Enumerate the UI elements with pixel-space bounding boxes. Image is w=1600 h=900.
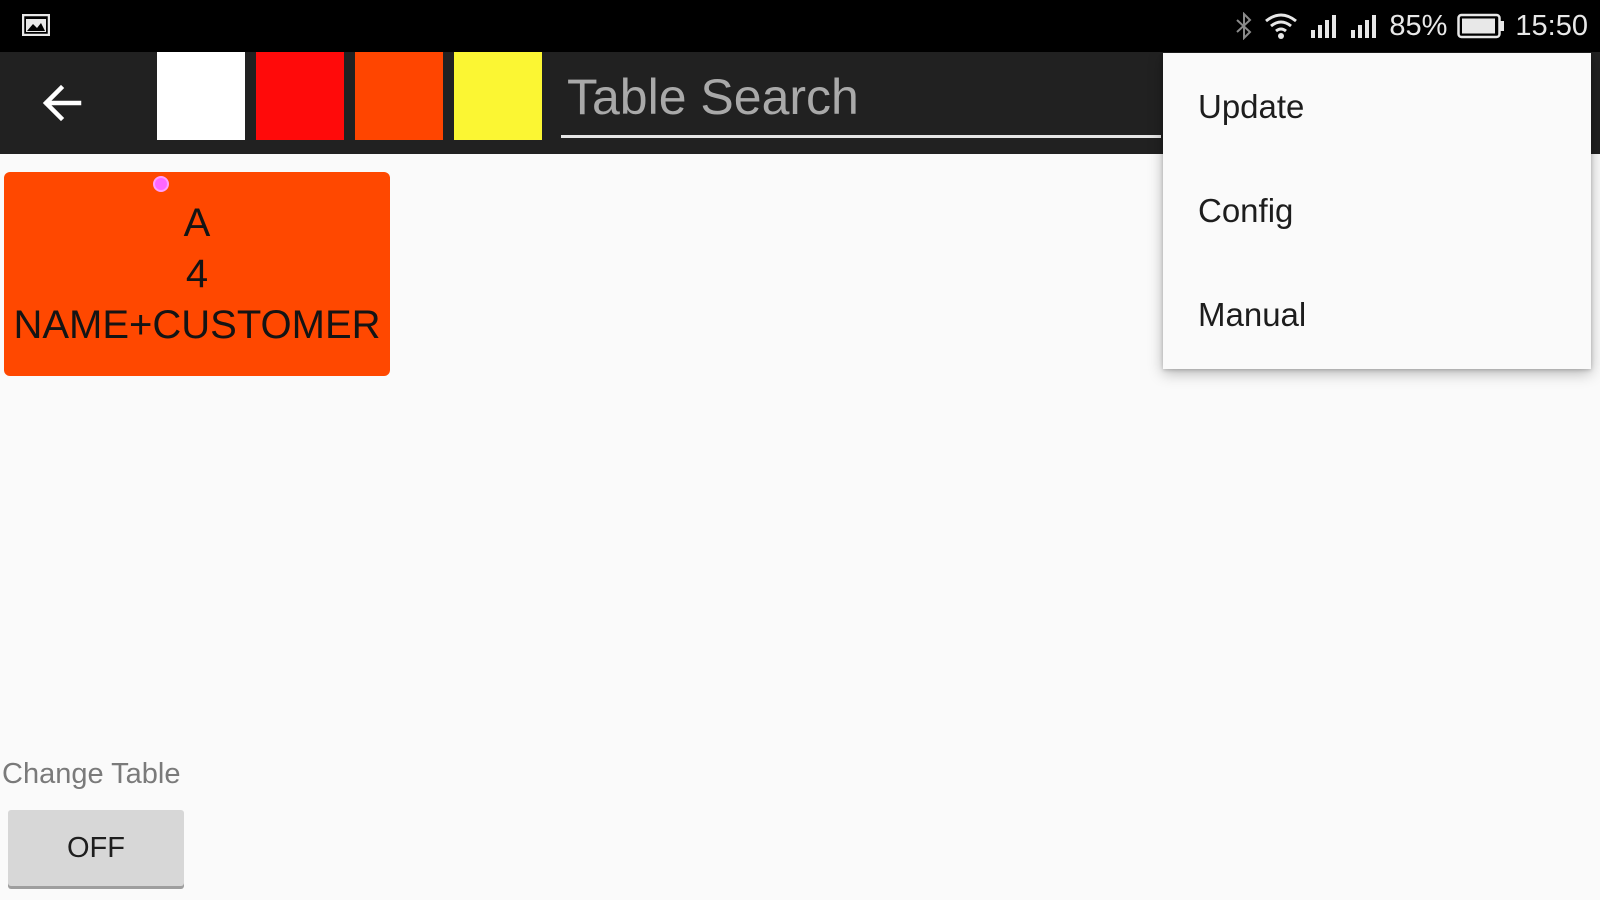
table-customer: NAME+CUSTOMER bbox=[13, 302, 381, 347]
overflow-menu: Update Config Manual bbox=[1163, 53, 1591, 369]
signal-icon bbox=[1351, 15, 1377, 38]
back-button[interactable] bbox=[22, 70, 102, 136]
swatch-orange[interactable] bbox=[355, 52, 443, 140]
change-table-toggle-button[interactable]: OFF bbox=[8, 810, 184, 886]
swatch-red[interactable] bbox=[256, 52, 344, 140]
swatch-white[interactable] bbox=[157, 52, 245, 140]
table-number: 4 bbox=[185, 251, 209, 296]
clock: 15:50 bbox=[1515, 9, 1588, 42]
arrow-left-icon bbox=[42, 84, 82, 122]
change-table-label: Change Table bbox=[2, 758, 181, 790]
signal-icon bbox=[1311, 15, 1337, 38]
bluetooth-icon bbox=[1236, 12, 1252, 40]
table-card[interactable]: A 4 NAME+CUSTOMER bbox=[4, 172, 390, 376]
status-bar: 85% 15:50 bbox=[0, 0, 1600, 52]
table-search-input[interactable] bbox=[561, 58, 1161, 138]
table-section: A bbox=[183, 200, 211, 245]
battery-icon bbox=[1457, 13, 1505, 39]
status-dot bbox=[153, 176, 169, 192]
wifi-icon bbox=[1265, 13, 1298, 39]
menu-item-manual[interactable]: Manual bbox=[1163, 263, 1591, 367]
menu-item-update[interactable]: Update bbox=[1163, 55, 1591, 159]
gallery-icon bbox=[22, 14, 50, 36]
swatch-yellow[interactable] bbox=[454, 52, 542, 140]
battery-percent: 85% bbox=[1389, 9, 1448, 42]
menu-item-config[interactable]: Config bbox=[1163, 159, 1591, 263]
